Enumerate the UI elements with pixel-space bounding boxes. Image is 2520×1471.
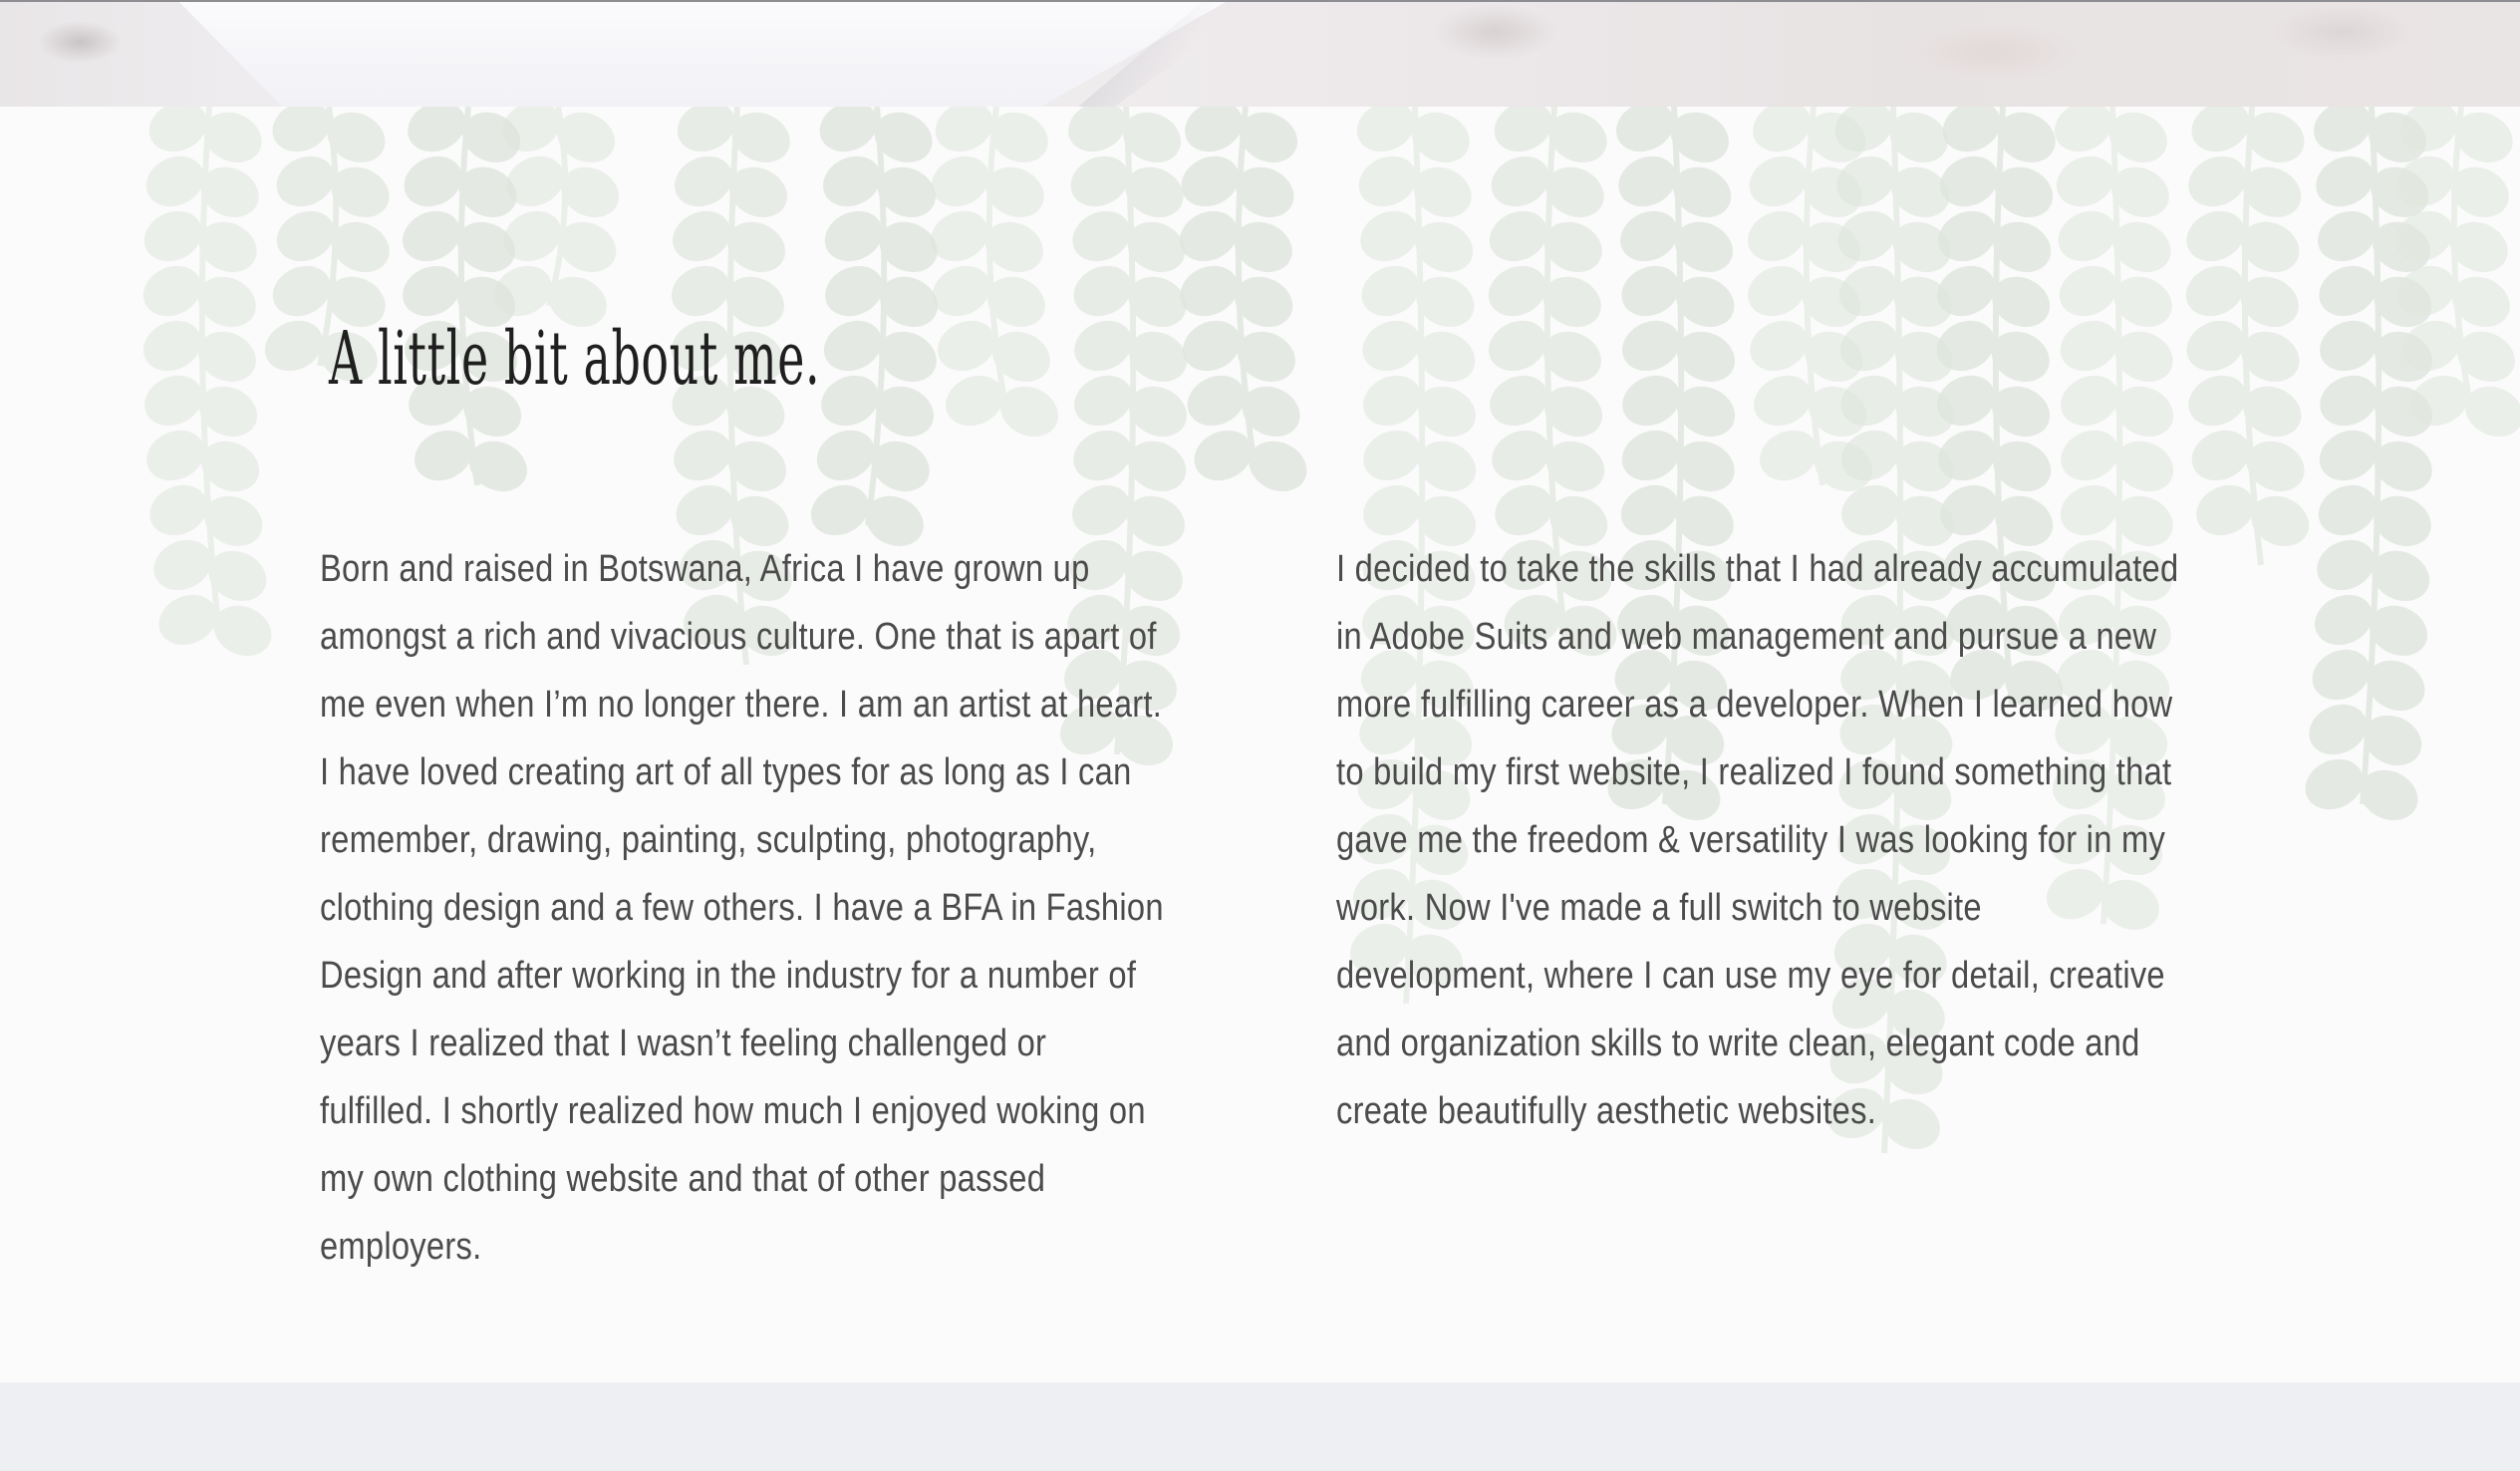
about-heading: A little bit about me. <box>329 316 821 402</box>
about-column-left: Born and raised in Botswana, Africa I ha… <box>320 535 1306 1281</box>
about-paragraph-right: I decided to take the skills that I had … <box>1336 548 2179 1132</box>
about-paragraph-left: Born and raised in Botswana, Africa I ha… <box>320 548 1164 1268</box>
about-section: A little bit about me. Born and raised i… <box>0 107 2520 1382</box>
footer-band <box>0 1382 2520 1471</box>
about-page: A little bit about me. Born and raised i… <box>0 0 2520 1471</box>
top-marble-banner <box>0 0 2520 109</box>
paper-fold-decoration <box>179 2 1226 109</box>
about-column-right: I decided to take the skills that I had … <box>1336 535 2323 1145</box>
